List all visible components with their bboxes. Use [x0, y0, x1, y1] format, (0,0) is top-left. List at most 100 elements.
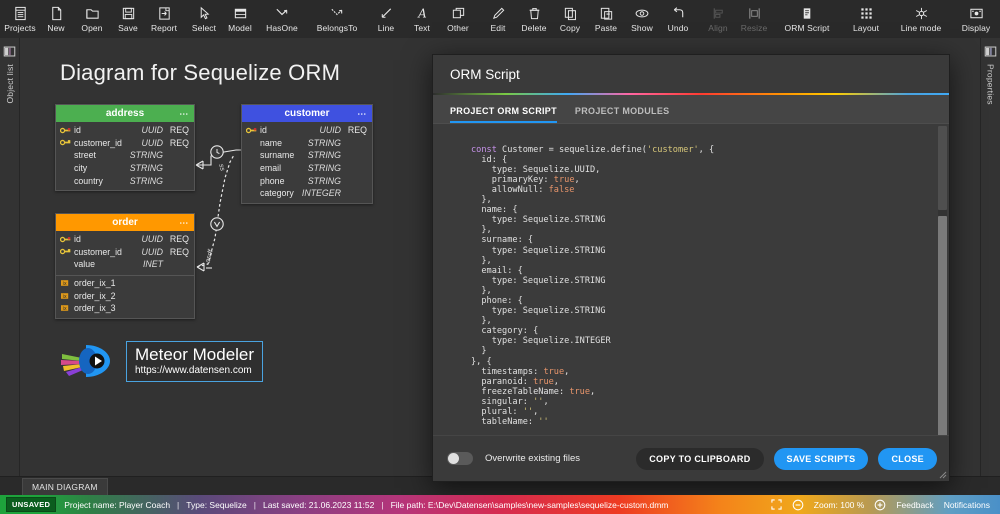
entity-order[interactable]: order ⋯ id UUID REQ customer_id UUID REQ: [55, 213, 195, 319]
entity-header[interactable]: customer ⋯: [242, 105, 372, 122]
toolbar-label: Line: [377, 23, 395, 33]
close-button[interactable]: CLOSE: [878, 447, 937, 470]
table-row[interactable]: surname STRING: [242, 149, 372, 162]
zoom-out-button[interactable]: [792, 499, 804, 511]
table-row[interactable]: phone STRING: [242, 174, 372, 187]
toolbar-button-layout[interactable]: Layout: [842, 0, 890, 38]
toolbar-button-report[interactable]: Report: [146, 0, 182, 38]
toolbar-button-delete[interactable]: Delete: [516, 0, 552, 38]
dialog-resize-grip[interactable]: [938, 470, 947, 479]
table-row[interactable]: city STRING: [56, 162, 194, 175]
copy-icon: [563, 5, 578, 22]
entity-customer[interactable]: customer ⋯ id UUID REQ name STRING surna…: [241, 104, 373, 204]
toolbar-group-edit: Edit Delete Copy Paste Show Undo: [478, 0, 698, 38]
diagram-tab-main[interactable]: MAIN DIAGRAM: [22, 477, 108, 495]
toolbar-label: Save: [118, 23, 138, 33]
table-row[interactable]: id UUID REQ: [242, 124, 372, 137]
tab-project-orm-script[interactable]: PROJECT ORM SCRIPT: [450, 106, 557, 123]
relation-label-asdf: asdf: [204, 249, 215, 264]
list-item[interactable]: ix order_ix_2: [56, 289, 194, 302]
code-viewer[interactable]: const Customer = sequelize.define('custo…: [433, 123, 949, 435]
entity-menu-icon[interactable]: ⋯: [179, 108, 189, 119]
column-name: id: [260, 125, 267, 136]
orm-script-code[interactable]: const Customer = sequelize.define('custo…: [433, 133, 935, 427]
report-icon: [157, 5, 172, 22]
toolbar-button-belongsto[interactable]: BelongsTo: [306, 0, 368, 38]
toolbar-button-display[interactable]: Display: [952, 0, 1000, 38]
table-row[interactable]: street STRING: [56, 149, 194, 162]
feedback-link[interactable]: Feedback: [896, 500, 933, 510]
toolbar-label: BelongsTo: [316, 23, 358, 33]
table-row[interactable]: category INTEGER: [242, 187, 372, 200]
save-scripts-button[interactable]: SAVE SCRIPTS: [773, 447, 869, 470]
column-type: STRING: [129, 150, 163, 161]
list-item[interactable]: ix order_ix_3: [56, 302, 194, 315]
left-rail-label[interactable]: Object list: [5, 64, 15, 104]
table-row[interactable]: id UUID REQ: [56, 233, 194, 246]
index-name: order_ix_3: [74, 303, 116, 314]
notifications-link[interactable]: Notifications: [944, 500, 990, 510]
column-required: REQ: [169, 234, 189, 245]
toolbar-button-resize[interactable]: Resize: [736, 0, 772, 38]
toolbar-button-text[interactable]: A Text: [404, 0, 440, 38]
svg-text:ix: ix: [63, 281, 67, 287]
toolbar-button-model[interactable]: Model: [222, 0, 258, 38]
toolbar-button-paste[interactable]: Paste: [588, 0, 624, 38]
tab-project-modules[interactable]: PROJECT MODULES: [575, 106, 670, 123]
panel-right-icon[interactable]: [984, 45, 997, 58]
toolbar-button-undo[interactable]: Undo: [660, 0, 696, 38]
toolbar-button-orm-script[interactable]: ORM Script: [776, 0, 838, 38]
toolbar-button-open[interactable]: Open: [74, 0, 110, 38]
toolbar-button-save[interactable]: Save: [110, 0, 146, 38]
panel-left-icon[interactable]: [3, 45, 16, 58]
paste-icon: [599, 5, 614, 22]
entity-menu-icon[interactable]: ⋯: [357, 108, 367, 119]
code-scrollbar-thumb[interactable]: [938, 216, 947, 435]
entity-address[interactable]: address ⋯ id UUID REQ customer_id UUID R…: [55, 104, 195, 191]
entity-header[interactable]: address ⋯: [56, 105, 194, 122]
toolbar-button-other[interactable]: Other: [440, 0, 476, 38]
table-row[interactable]: customer_id UUID REQ: [56, 137, 194, 150]
table-row[interactable]: country STRING: [56, 174, 194, 187]
list-item[interactable]: ix order_ix_1: [56, 277, 194, 290]
overwrite-existing-files-toggle[interactable]: [447, 452, 473, 465]
table-row[interactable]: name STRING: [242, 137, 372, 150]
eye-icon: [634, 5, 650, 22]
toolbar-label: Other: [447, 23, 469, 33]
copy-to-clipboard-button[interactable]: COPY TO CLIPBOARD: [636, 447, 764, 470]
toolbar-button-select[interactable]: Select: [186, 0, 222, 38]
table-row[interactable]: value INET: [56, 258, 194, 271]
toolbar-button-hasone[interactable]: HasOne: [258, 0, 306, 38]
table-row[interactable]: id UUID REQ: [56, 124, 194, 137]
code-scrollbar-segment[interactable]: [938, 126, 947, 210]
toolbar-group-script: ORM Script: [774, 0, 840, 38]
toolbar-button-line[interactable]: Line: [368, 0, 404, 38]
table-row[interactable]: customer_id UUID REQ: [56, 246, 194, 259]
toolbar-label: Select: [191, 23, 217, 33]
entity-menu-icon[interactable]: ⋯: [179, 217, 189, 228]
toolbar-label: Resize: [740, 23, 768, 33]
logo-text-box[interactable]: Meteor Modeler https://www.datensen.com: [126, 340, 264, 382]
entity-name: customer: [284, 108, 330, 119]
toolbar-button-line-mode[interactable]: Line mode: [890, 0, 952, 38]
entity-header[interactable]: order ⋯: [56, 214, 194, 231]
fit-to-screen-icon[interactable]: [771, 499, 782, 510]
column-name: name: [260, 137, 283, 148]
toolbar-button-show[interactable]: Show: [624, 0, 660, 38]
right-rail-label[interactable]: Properties: [986, 64, 996, 105]
toolbar-button-projects[interactable]: Projects: [2, 0, 38, 38]
column-required: REQ: [169, 246, 189, 257]
toolbar-label: Display: [961, 23, 991, 33]
left-rail: Object list: [0, 38, 20, 476]
toolbar-label: New: [47, 23, 65, 33]
toolbar-button-edit[interactable]: Edit: [480, 0, 516, 38]
table-row[interactable]: email STRING: [242, 162, 372, 175]
toolbar-button-copy[interactable]: Copy: [552, 0, 588, 38]
relation-label-ss: ss: [217, 163, 226, 172]
zoom-in-button[interactable]: [874, 499, 886, 511]
line-icon: [379, 5, 394, 22]
toolbar-button-new[interactable]: New: [38, 0, 74, 38]
toolbar-button-align[interactable]: Align: [700, 0, 736, 38]
zoom-level[interactable]: Zoom: 100 %: [814, 500, 865, 510]
belongsto-relation-icon: [329, 5, 345, 22]
